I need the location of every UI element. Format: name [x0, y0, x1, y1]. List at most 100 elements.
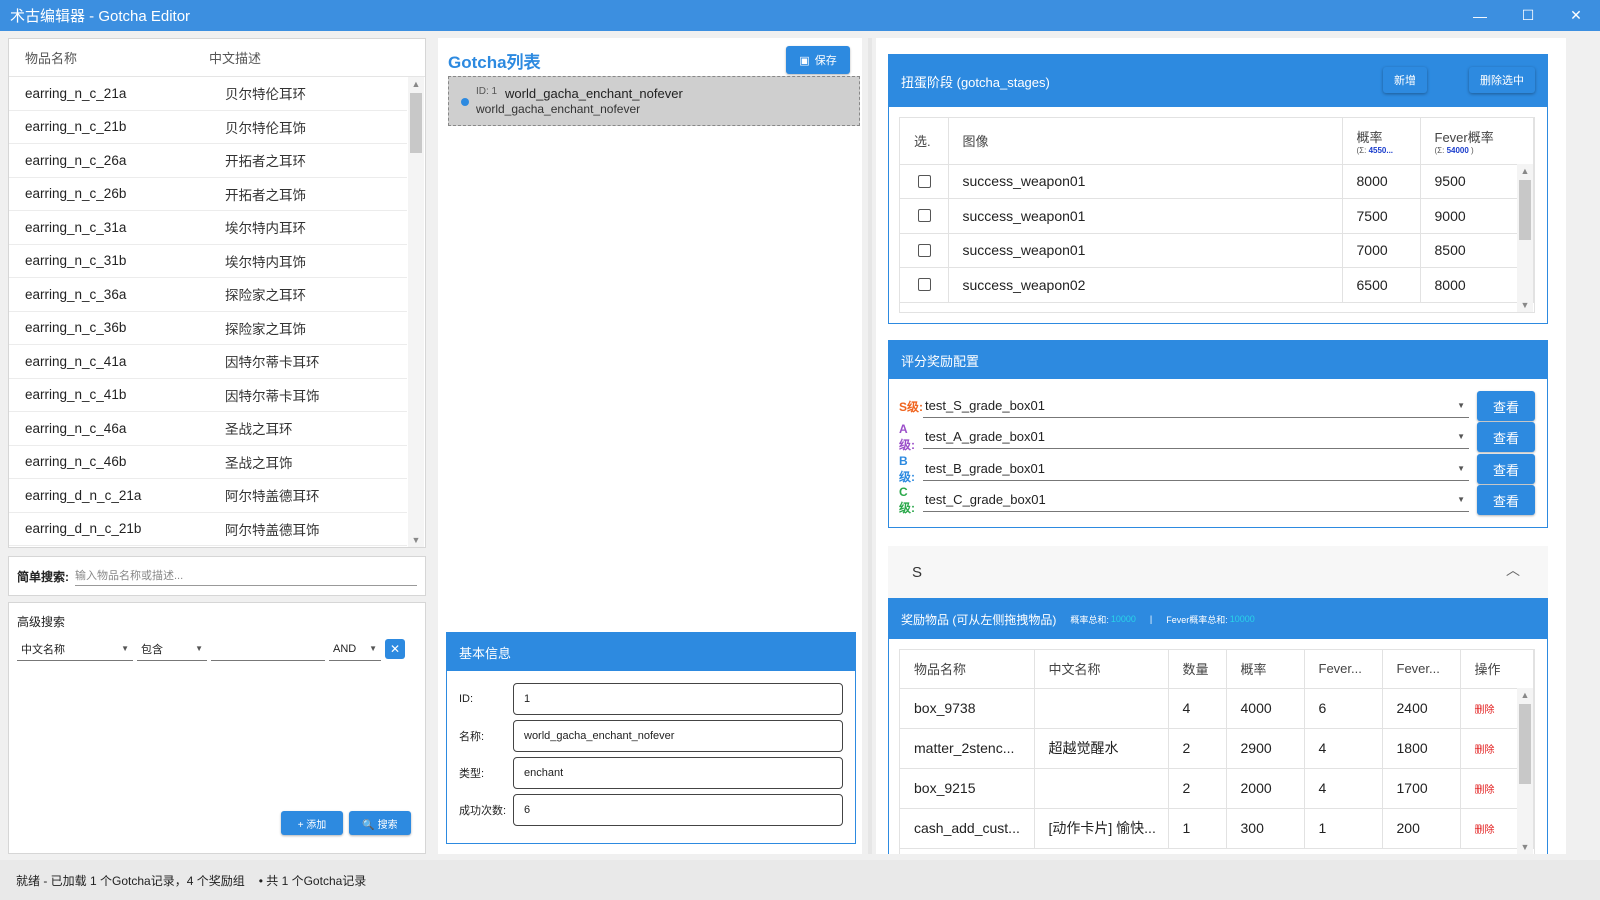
grade-box-select[interactable]: test_C_grade_box01 ▼ — [923, 488, 1469, 512]
stage-checkbox[interactable] — [918, 278, 931, 292]
scroll-thumb[interactable] — [1519, 180, 1531, 240]
delete-reward-button[interactable]: 删除 — [1475, 785, 1495, 796]
grade-row-1: A级: test_A_grade_box01 ▼ 查看 — [899, 422, 1535, 452]
remove-condition-button[interactable]: ✕ — [385, 639, 405, 659]
reward-fever-quantity: 1 — [1304, 808, 1383, 849]
list-item[interactable]: earring_n_c_46b 圣战之耳饰 — [9, 446, 407, 479]
reward-column-header[interactable]: 物品名称 — [900, 650, 1035, 689]
item-name: earring_n_c_26a — [25, 152, 127, 168]
gotcha-list-item[interactable]: ID: 1 world_gacha_enchant_nofever world_… — [448, 76, 860, 126]
table-row[interactable]: cash_add_cust... [动作卡片] 愉快... 1 300 1 200 删除 — [900, 808, 1534, 849]
scroll-thumb[interactable] — [410, 93, 422, 153]
operator-select-value: 包含 — [141, 643, 163, 656]
simple-search-label: 简单搜索: — [17, 569, 69, 584]
field-type-input[interactable]: enchant — [513, 757, 843, 789]
list-item[interactable]: earring_n_c_46a 圣战之耳环 — [9, 412, 407, 446]
field-name-input[interactable]: world_gacha_enchant_nofever — [513, 720, 843, 752]
field-success-count: 成功次数: 6 — [447, 794, 855, 826]
field-success-count-input[interactable]: 6 — [513, 794, 843, 826]
list-item[interactable]: earring_n_c_21a 贝尔特伦耳环 — [9, 77, 407, 111]
stage-checkbox[interactable] — [918, 174, 931, 188]
grade-box-select[interactable]: test_S_grade_box01 ▼ — [923, 394, 1469, 418]
view-grade-button[interactable]: 查看 — [1477, 391, 1535, 421]
condition-value-input[interactable] — [211, 637, 325, 661]
scroll-down-icon[interactable]: ▼ — [1517, 300, 1533, 310]
field-select[interactable]: 中文名称 ▼ — [17, 637, 133, 661]
table-row[interactable]: success_weapon02 6500 8000 — [900, 267, 1534, 303]
scroll-down-icon[interactable]: ▼ — [1517, 842, 1533, 852]
list-item[interactable]: earring_n_c_36b 探险家之耳饰 — [9, 312, 407, 345]
add-condition-button[interactable]: + 添加 — [281, 811, 343, 835]
reward-scrollbar[interactable]: ▲ ▼ — [1517, 688, 1533, 854]
list-item[interactable]: earring_n_c_31a 埃尔特内耳环 — [9, 211, 407, 245]
reward-column-header[interactable]: 概率 — [1226, 650, 1305, 689]
list-item[interactable]: earring_n_c_26a 开拓者之耳环 — [9, 144, 407, 178]
delete-selected-button[interactable]: 删除选中 — [1469, 67, 1535, 93]
field-id: ID: 1 — [447, 683, 855, 715]
item-description: 贝尔特伦耳环 — [225, 87, 306, 103]
fever-total-label: Fever概率总和: — [1166, 614, 1228, 625]
stage-checkbox[interactable] — [918, 209, 931, 223]
panel-splitter[interactable] — [868, 38, 872, 854]
list-item[interactable]: earring_d_n_c_21b 阿尔特盖德耳饰 — [9, 513, 407, 546]
scroll-up-icon[interactable]: ▲ — [1517, 166, 1533, 176]
minimize-button[interactable]: — — [1456, 0, 1504, 31]
gotcha-list-panel: Gotcha列表 ▣ 保存 ID: 1 world_gacha_enchant_… — [438, 38, 862, 854]
table-row[interactable]: matter_2stenc... 超越觉醒水 2 2900 4 1800 删除 — [900, 728, 1534, 769]
list-item[interactable]: earring_n_c_36a 探险家之耳环 — [9, 278, 407, 312]
scroll-thumb[interactable] — [1519, 704, 1531, 784]
delete-reward-button[interactable]: 删除 — [1475, 705, 1495, 716]
stages-scrollbar[interactable]: ▲ ▼ — [1517, 164, 1533, 312]
column-header-item-name[interactable]: 物品名称 — [9, 48, 209, 67]
grade-box-select[interactable]: test_B_grade_box01 ▼ — [923, 457, 1469, 481]
table-row[interactable]: box_9215 2 2000 4 1700 删除 — [900, 768, 1534, 809]
s-grade-section-header[interactable]: S ︿ — [888, 546, 1548, 598]
gotcha-item-id: ID: 1 — [476, 86, 498, 97]
list-item[interactable]: earring_d_n_c_21a 阿尔特盖德耳环 — [9, 479, 407, 513]
column-header-image: 图像 — [948, 118, 1343, 165]
gotcha-item-subtitle: world_gacha_enchant_nofever — [476, 102, 641, 116]
gotcha-stages-card: 扭蛋阶段 (gotcha_stages) 新增 删除选中 选. 图像 概率 (Σ… — [888, 54, 1548, 324]
scroll-up-icon[interactable]: ▲ — [408, 79, 424, 89]
reward-item-name: cash_add_cust... — [900, 808, 1035, 849]
table-row[interactable]: success_weapon01 8000 9500 — [900, 164, 1534, 199]
reward-column-header[interactable]: 数量 — [1168, 650, 1227, 689]
search-button[interactable]: 🔍 搜索 — [349, 811, 411, 835]
item-list-scrollbar[interactable]: ▲ ▼ — [408, 77, 424, 547]
reward-column-header[interactable]: 操作 — [1460, 650, 1534, 689]
save-button[interactable]: ▣ 保存 — [786, 46, 850, 74]
reward-column-header[interactable]: Fever... — [1304, 650, 1383, 689]
list-item[interactable]: earring_n_c_26b 开拓者之耳饰 — [9, 178, 407, 211]
chevron-down-icon: ▼ — [1457, 495, 1465, 504]
operator-select[interactable]: 包含 ▼ — [137, 637, 207, 661]
close-button[interactable]: ✕ — [1552, 0, 1600, 31]
chevron-up-icon[interactable]: ︿ — [1506, 560, 1520, 580]
view-grade-button[interactable]: 查看 — [1477, 454, 1535, 484]
column-header-description[interactable]: 中文描述 — [209, 48, 425, 67]
maximize-button[interactable]: ☐ — [1504, 0, 1552, 31]
table-row[interactable]: success_weapon01 7000 8500 — [900, 233, 1534, 268]
field-id-input[interactable]: 1 — [513, 683, 843, 715]
fever-total-value: 10000 — [1229, 614, 1255, 624]
item-list-panel: 物品名称 中文描述 earring_n_c_21a 贝尔特伦耳环 earring_n… — [8, 38, 426, 548]
list-item[interactable]: earring_n_c_41b 因特尔蒂卡耳饰 — [9, 379, 407, 412]
scroll-down-icon[interactable]: ▼ — [408, 535, 424, 545]
stage-checkbox[interactable] — [918, 243, 931, 257]
table-row[interactable]: success_weapon01 7500 9000 — [900, 198, 1534, 234]
delete-reward-button[interactable]: 删除 — [1475, 825, 1495, 836]
view-grade-button[interactable]: 查看 — [1477, 422, 1535, 452]
add-stage-button[interactable]: 新增 — [1383, 67, 1427, 93]
grade-box-select[interactable]: test_A_grade_box01 ▼ — [923, 425, 1469, 449]
reward-items-header: 奖励物品 (可从左侧拖拽物品) 概率总和: 10000 | Fever概率总和:… — [889, 599, 1547, 639]
logic-select[interactable]: AND ▼ — [329, 637, 381, 661]
delete-reward-button[interactable]: 删除 — [1475, 745, 1495, 756]
scroll-up-icon[interactable]: ▲ — [1517, 690, 1533, 700]
view-grade-button[interactable]: 查看 — [1477, 485, 1535, 515]
list-item[interactable]: earring_n_c_41a 因特尔蒂卡耳环 — [9, 345, 407, 379]
reward-column-header[interactable]: 中文名称 — [1034, 650, 1169, 689]
list-item[interactable]: earring_n_c_21b 贝尔特伦耳饰 — [9, 111, 407, 144]
table-row[interactable]: box_9738 4 4000 6 2400 删除 — [900, 688, 1534, 729]
reward-column-header[interactable]: Fever... — [1382, 650, 1461, 689]
list-item[interactable]: earring_n_c_31b 埃尔特内耳饰 — [9, 245, 407, 278]
simple-search-input[interactable] — [75, 566, 417, 586]
